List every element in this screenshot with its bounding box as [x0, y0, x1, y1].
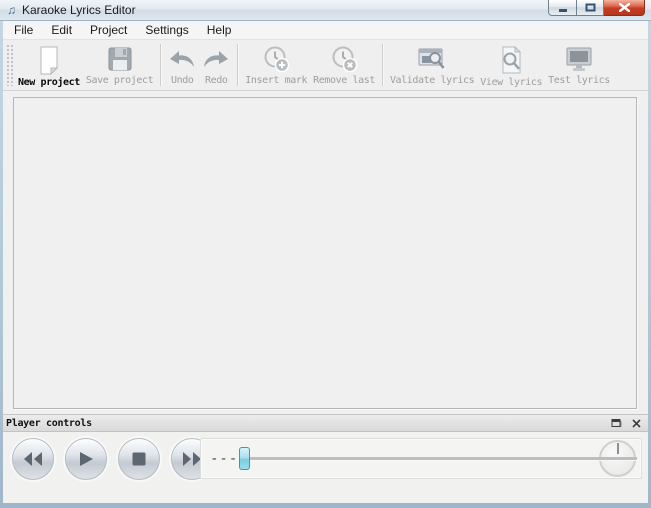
app-window: ♫ Karaoke Lyrics Editor File Edit Projec… [0, 0, 651, 508]
menu-file[interactable]: File [5, 21, 42, 39]
redo-icon [202, 45, 230, 73]
player-dock-title: Player controls [6, 418, 92, 429]
rewind-button[interactable] [12, 438, 54, 480]
lyrics-editor-area[interactable] [13, 97, 637, 409]
maximize-button[interactable] [577, 0, 604, 16]
insert-mark-icon [262, 45, 290, 73]
toolbar-label: Undo [171, 75, 193, 86]
toolbar-label: Save project [86, 75, 153, 86]
save-project-button[interactable]: Save project [83, 40, 156, 90]
toolbar-label: Redo [205, 75, 227, 86]
app-music-note-icon: ♫ [7, 4, 16, 16]
view-lyrics-button[interactable]: View lyrics [477, 40, 545, 90]
validate-lyrics-icon [417, 45, 447, 73]
menu-edit[interactable]: Edit [42, 21, 81, 39]
main-toolbar: New project Save project [3, 40, 648, 91]
title-bar: ♫ Karaoke Lyrics Editor [0, 0, 651, 21]
new-project-icon [35, 45, 63, 75]
menu-bar: File Edit Project Settings Help [3, 21, 648, 40]
remove-last-icon [330, 45, 358, 73]
dock-float-button[interactable] [610, 417, 623, 429]
close-button[interactable] [604, 0, 645, 16]
seek-slider-track[interactable] [245, 457, 637, 460]
window-controls [548, 0, 645, 16]
validate-lyrics-button[interactable]: Validate lyrics [387, 40, 477, 90]
undo-button[interactable]: Undo [165, 40, 199, 90]
minimize-button[interactable] [548, 0, 577, 16]
undo-icon [168, 45, 196, 73]
play-button[interactable] [65, 438, 107, 480]
toolbar-label: Remove last [313, 75, 375, 86]
new-project-button[interactable]: New project [15, 40, 83, 90]
toolbar-separator [160, 44, 161, 86]
view-lyrics-icon [497, 45, 525, 75]
player-dock-titlebar: Player controls [3, 414, 648, 432]
toolbar-label: Insert mark [245, 75, 307, 86]
seek-panel: --- [200, 438, 642, 479]
dock-buttons [610, 417, 643, 429]
window-title: Karaoke Lyrics Editor [22, 3, 136, 17]
player-controls-panel: --- [3, 432, 648, 503]
remove-last-button[interactable]: Remove last [310, 40, 378, 90]
toolbar-label: View lyrics [480, 77, 542, 88]
dock-close-icon[interactable] [630, 417, 643, 429]
toolbar-label: Validate lyrics [390, 75, 474, 86]
save-project-icon [107, 45, 133, 73]
test-lyrics-icon [564, 45, 594, 73]
app-client-area: File Edit Project Settings Help New proj… [3, 21, 648, 503]
menu-help[interactable]: Help [198, 21, 241, 39]
menu-settings[interactable]: Settings [136, 21, 197, 39]
time-display: --- [210, 451, 238, 467]
toolbar-label: New project [18, 77, 80, 88]
transport-buttons [12, 438, 213, 480]
insert-mark-button[interactable]: Insert mark [242, 40, 310, 90]
toolbar-label: Test lyrics [548, 75, 610, 86]
test-lyrics-button[interactable]: Test lyrics [545, 40, 613, 90]
toolbar-separator [382, 44, 383, 86]
menu-project[interactable]: Project [81, 21, 136, 39]
toolbar-drag-handle[interactable] [6, 44, 13, 86]
redo-button[interactable]: Redo [199, 40, 233, 90]
seek-slider-handle[interactable] [239, 447, 250, 470]
toolbar-separator [237, 44, 238, 86]
stop-button[interactable] [118, 438, 160, 480]
